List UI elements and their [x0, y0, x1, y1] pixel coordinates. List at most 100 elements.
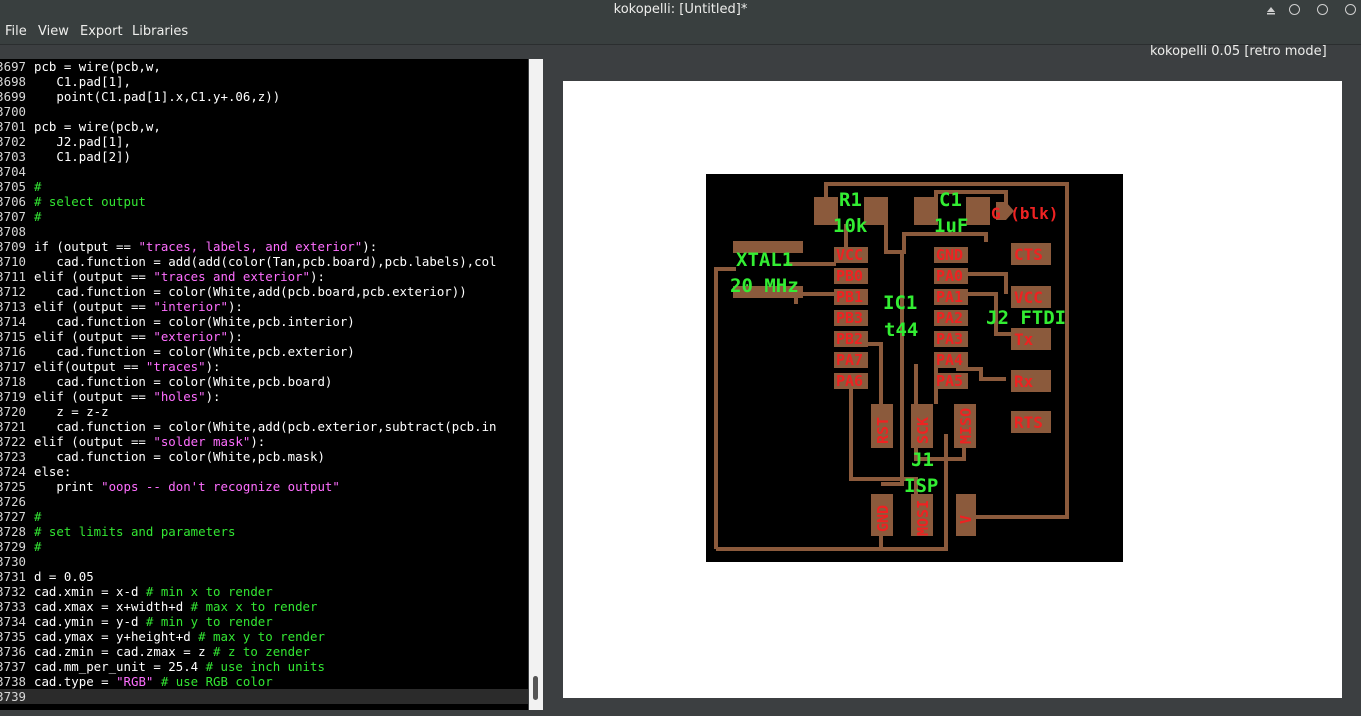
- code-line[interactable]: 3733 cad.xmax = x+width+d # max x to rend…: [0, 599, 317, 614]
- editor-scrollbar-thumb[interactable]: [533, 676, 538, 700]
- line-number: 3719: [0, 389, 26, 404]
- code-line[interactable]: 3703 C1.pad[2]): [0, 149, 131, 164]
- code-line[interactable]: 3704: [0, 164, 26, 179]
- ic-pin-label: PA0: [936, 267, 963, 285]
- code-line[interactable]: 3716 cad.function = color(White,pcb.exte…: [0, 344, 355, 359]
- current-line-highlight: [0, 689, 528, 704]
- code-line[interactable]: 3719 elif (output == "holes"):: [0, 389, 221, 404]
- isp-pin-label: V: [957, 515, 975, 524]
- code-line[interactable]: 3728 # set limits and parameters: [0, 524, 235, 539]
- code-token: cad.type =: [34, 674, 117, 689]
- code-text: #: [34, 509, 41, 524]
- code-line[interactable]: 3712 cad.function = color(White,add(pcb.…: [0, 284, 467, 299]
- ftdi-pin-label: VCC: [1014, 288, 1043, 307]
- code-line[interactable]: 3732 cad.xmin = x-d # min x to render: [0, 584, 273, 599]
- code-line[interactable]: 3725 print "oops -- don't recognize outp…: [0, 479, 340, 494]
- line-number: 3714: [0, 314, 26, 329]
- code-token: ):: [310, 269, 325, 284]
- code-line[interactable]: 3698 C1.pad[1],: [0, 74, 131, 89]
- code-line[interactable]: 3734 cad.ymin = y-d # min y to render: [0, 614, 273, 629]
- ftdi-pin-label: CTS: [1014, 245, 1043, 264]
- menu-export[interactable]: Export: [80, 24, 123, 39]
- line-number: 3735: [0, 629, 26, 644]
- code-line[interactable]: 3702 J2.pad[1],: [0, 134, 131, 149]
- code-line[interactable]: 3707 #: [0, 209, 41, 224]
- line-number: 3733: [0, 599, 26, 614]
- code-text: cad.ymin = y-d # min y to render: [34, 614, 273, 629]
- code-token: cad.zmin = cad.zmax = z: [34, 644, 214, 659]
- code-line[interactable]: 3737 cad.mm_per_unit = 25.4 # use inch un…: [0, 659, 325, 674]
- code-line[interactable]: 3714 cad.function = color(White,pcb.inte…: [0, 314, 355, 329]
- render-canvas[interactable]: VCC PB0 PB1 PB3 PB2 PA7 PA6 GND PA0 PA1 PA2 PA3 PA4 P…: [563, 81, 1342, 698]
- code-line[interactable]: 3722 elif (output == "solder mask"):: [0, 434, 265, 449]
- close-icon[interactable]: [1345, 4, 1356, 15]
- code-token: elif (output ==: [34, 269, 154, 284]
- comment-token: # max y to render: [198, 629, 325, 644]
- code-line[interactable]: 3705 #: [0, 179, 41, 194]
- ic-pin-label: VCC: [836, 246, 863, 264]
- code-token: z = z-z: [34, 404, 109, 419]
- code-line[interactable]: 3720 z = z-z: [0, 404, 109, 419]
- line-number: 3704: [0, 164, 26, 179]
- code-line[interactable]: 3717 elif(output == "traces"):: [0, 359, 221, 374]
- code-line[interactable]: 3736 cad.zmin = cad.zmax = z # z to zende…: [0, 644, 310, 659]
- code-text: elif (output == "solder mask"):: [34, 434, 265, 449]
- code-line[interactable]: 3709 if (output == "traces, labels, and e…: [0, 239, 377, 254]
- editor-scrollbar[interactable]: [529, 59, 543, 710]
- code-line[interactable]: 3721 cad.function = color(White,add(pcb.…: [0, 419, 497, 434]
- code-line[interactable]: 3731 d = 0.05: [0, 569, 94, 584]
- code-text: cad.zmin = cad.zmax = z # z to zender: [34, 644, 310, 659]
- code-line[interactable]: 3697 pcb = wire(pcb,w,: [0, 59, 161, 74]
- string-token: "holes": [153, 389, 206, 404]
- code-token: cad.function = color(White,add(pcb.board…: [34, 284, 467, 299]
- code-line[interactable]: 3735 cad.ymax = y+height+d # max y to ren…: [0, 629, 325, 644]
- code-line[interactable]: 3723 cad.function = color(White,pcb.mask…: [0, 449, 325, 464]
- code-line[interactable]: 3700: [0, 104, 26, 119]
- menu-libraries[interactable]: Libraries: [132, 24, 188, 39]
- code-line[interactable]: 3726: [0, 494, 26, 509]
- code-line[interactable]: 3729 #: [0, 539, 41, 554]
- ic-pin-label: PA6: [836, 372, 863, 390]
- line-number: 3722: [0, 434, 26, 449]
- ftdi-pin-label: Tx: [1014, 330, 1034, 349]
- line-number: 3707: [0, 209, 26, 224]
- code-text: cad.type = "RGB" # use RGB color: [34, 674, 273, 689]
- code-line[interactable]: 3718 cad.function = color(White,pcb.boar…: [0, 374, 332, 389]
- maximize-icon[interactable]: [1289, 4, 1300, 15]
- code-token: cad.function = color(White,pcb.board): [34, 374, 333, 389]
- code-line[interactable]: 3715 elif (output == "exterior"):: [0, 329, 243, 344]
- code-line[interactable]: 3711 elif (output == "traces and exterior…: [0, 269, 325, 284]
- code-editor[interactable]: 3697pcb = wire(pcb,w,3698 C1.pad[1],3699…: [0, 59, 528, 710]
- code-line[interactable]: 3727 #: [0, 509, 41, 524]
- code-line[interactable]: 3706 # select output: [0, 194, 146, 209]
- menu-view[interactable]: View: [38, 24, 69, 39]
- code-line[interactable]: 3710 cad.function = add(add(color(Tan,pc…: [0, 254, 497, 269]
- code-line[interactable]: 3713 elif (output == "interior"):: [0, 299, 243, 314]
- line-number: 3700: [0, 104, 26, 119]
- code-line[interactable]: 3738 cad.type = "RGB" # use RGB color: [0, 674, 273, 689]
- code-line[interactable]: 3730: [0, 554, 26, 569]
- code-text: cad.function = color(White,add(pcb.exter…: [34, 419, 496, 434]
- window-title: kokopelli: [Untitled]*: [613, 2, 748, 17]
- ic-pin-label: PA2: [936, 309, 963, 327]
- line-number: 3728: [0, 524, 26, 539]
- menu-file[interactable]: File: [5, 24, 27, 39]
- code-text: pcb = wire(pcb,w,: [34, 119, 161, 134]
- code-token: point(C1.pad[1].x,C1.y+.06,z)): [34, 89, 281, 104]
- r1-pad-2: [864, 197, 888, 225]
- minimize-icon[interactable]: [1265, 4, 1277, 16]
- code-token: ):: [227, 329, 243, 344]
- code-line[interactable]: 3699 point(C1.pad[1].x,C1.y+.06,z)): [0, 89, 280, 104]
- code-line[interactable]: 3701 pcb = wire(pcb,w,: [0, 119, 161, 134]
- code-line[interactable]: 3708: [0, 224, 26, 239]
- code-line[interactable]: 3739: [0, 689, 26, 704]
- code-line[interactable]: 3724 else:: [0, 464, 71, 479]
- line-number: 3710: [0, 254, 26, 269]
- trace-bottom-gnd: [716, 519, 883, 551]
- code-text: elif (output == "interior"):: [34, 299, 243, 314]
- trace-outer-left: [714, 267, 736, 549]
- line-number: 3739: [0, 689, 26, 704]
- code-token: if (output ==: [34, 239, 139, 254]
- line-number: 3703: [0, 149, 26, 164]
- restore-icon[interactable]: [1317, 4, 1328, 15]
